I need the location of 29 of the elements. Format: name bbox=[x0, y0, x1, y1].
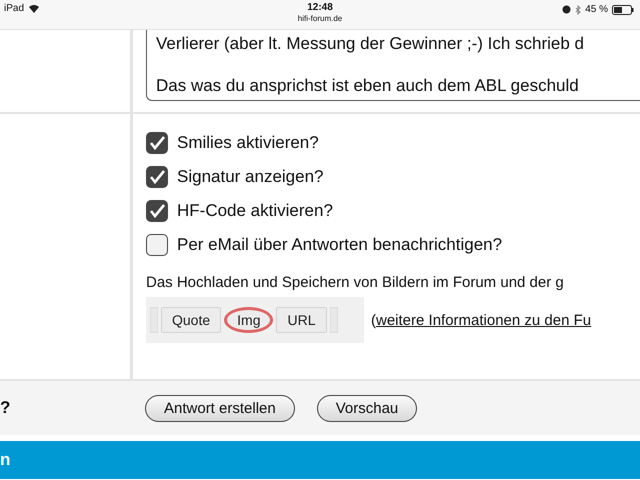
battery-percent: 45 % bbox=[585, 4, 608, 15]
code-button[interactable]: Quote bbox=[161, 307, 222, 333]
section-title: n bbox=[0, 450, 10, 470]
checkbox[interactable] bbox=[146, 132, 168, 154]
code-button[interactable]: URL bbox=[276, 307, 326, 333]
checkbox[interactable] bbox=[146, 166, 168, 188]
wifi-icon bbox=[28, 4, 40, 14]
clock-time: 12:48 bbox=[307, 2, 333, 13]
parenthesis: ( bbox=[371, 312, 376, 328]
code-button[interactable]: Img bbox=[224, 307, 274, 333]
message-text: Das was du ansprichst ist eben auch dem ABL geschuld bbox=[156, 76, 580, 96]
alarm-icon bbox=[562, 5, 572, 14]
row-label: ? bbox=[0, 398, 12, 418]
message-text: Verlierer (aber lt. Messung der Gewinner ;-) Ich schrieb d bbox=[156, 34, 586, 54]
form-button[interactable]: Vorschau bbox=[316, 394, 418, 422]
checkbox[interactable] bbox=[146, 200, 168, 222]
url-label: hifi-forum.de bbox=[298, 14, 342, 23]
checkbox-label: Per eMail über Antworten benachrichtigen? bbox=[177, 235, 502, 255]
checkbox-label: Smilies aktivieren? bbox=[177, 133, 319, 153]
checkbox-label: HF-Code aktivieren? bbox=[177, 201, 333, 221]
message-textarea[interactable]: Verlierer (aber lt. Messung der Gewinner ;-) Ich schrieb d Das was du ansprichst ist eben auch dem ABL geschuld bbox=[146, 30, 640, 101]
info-link[interactable]: weitere Informationen zu den Fu bbox=[376, 312, 592, 328]
upload-note: Das Hochladen und Speichern von Bildern im Forum und der g bbox=[146, 274, 565, 291]
form-button[interactable]: Antwort erstellen bbox=[145, 394, 295, 422]
bluetooth-icon bbox=[575, 4, 582, 14]
device-name: iPad bbox=[4, 3, 24, 14]
battery-icon bbox=[612, 4, 634, 14]
checkbox-label: Signatur anzeigen? bbox=[177, 167, 324, 187]
checkbox[interactable] bbox=[146, 234, 168, 256]
